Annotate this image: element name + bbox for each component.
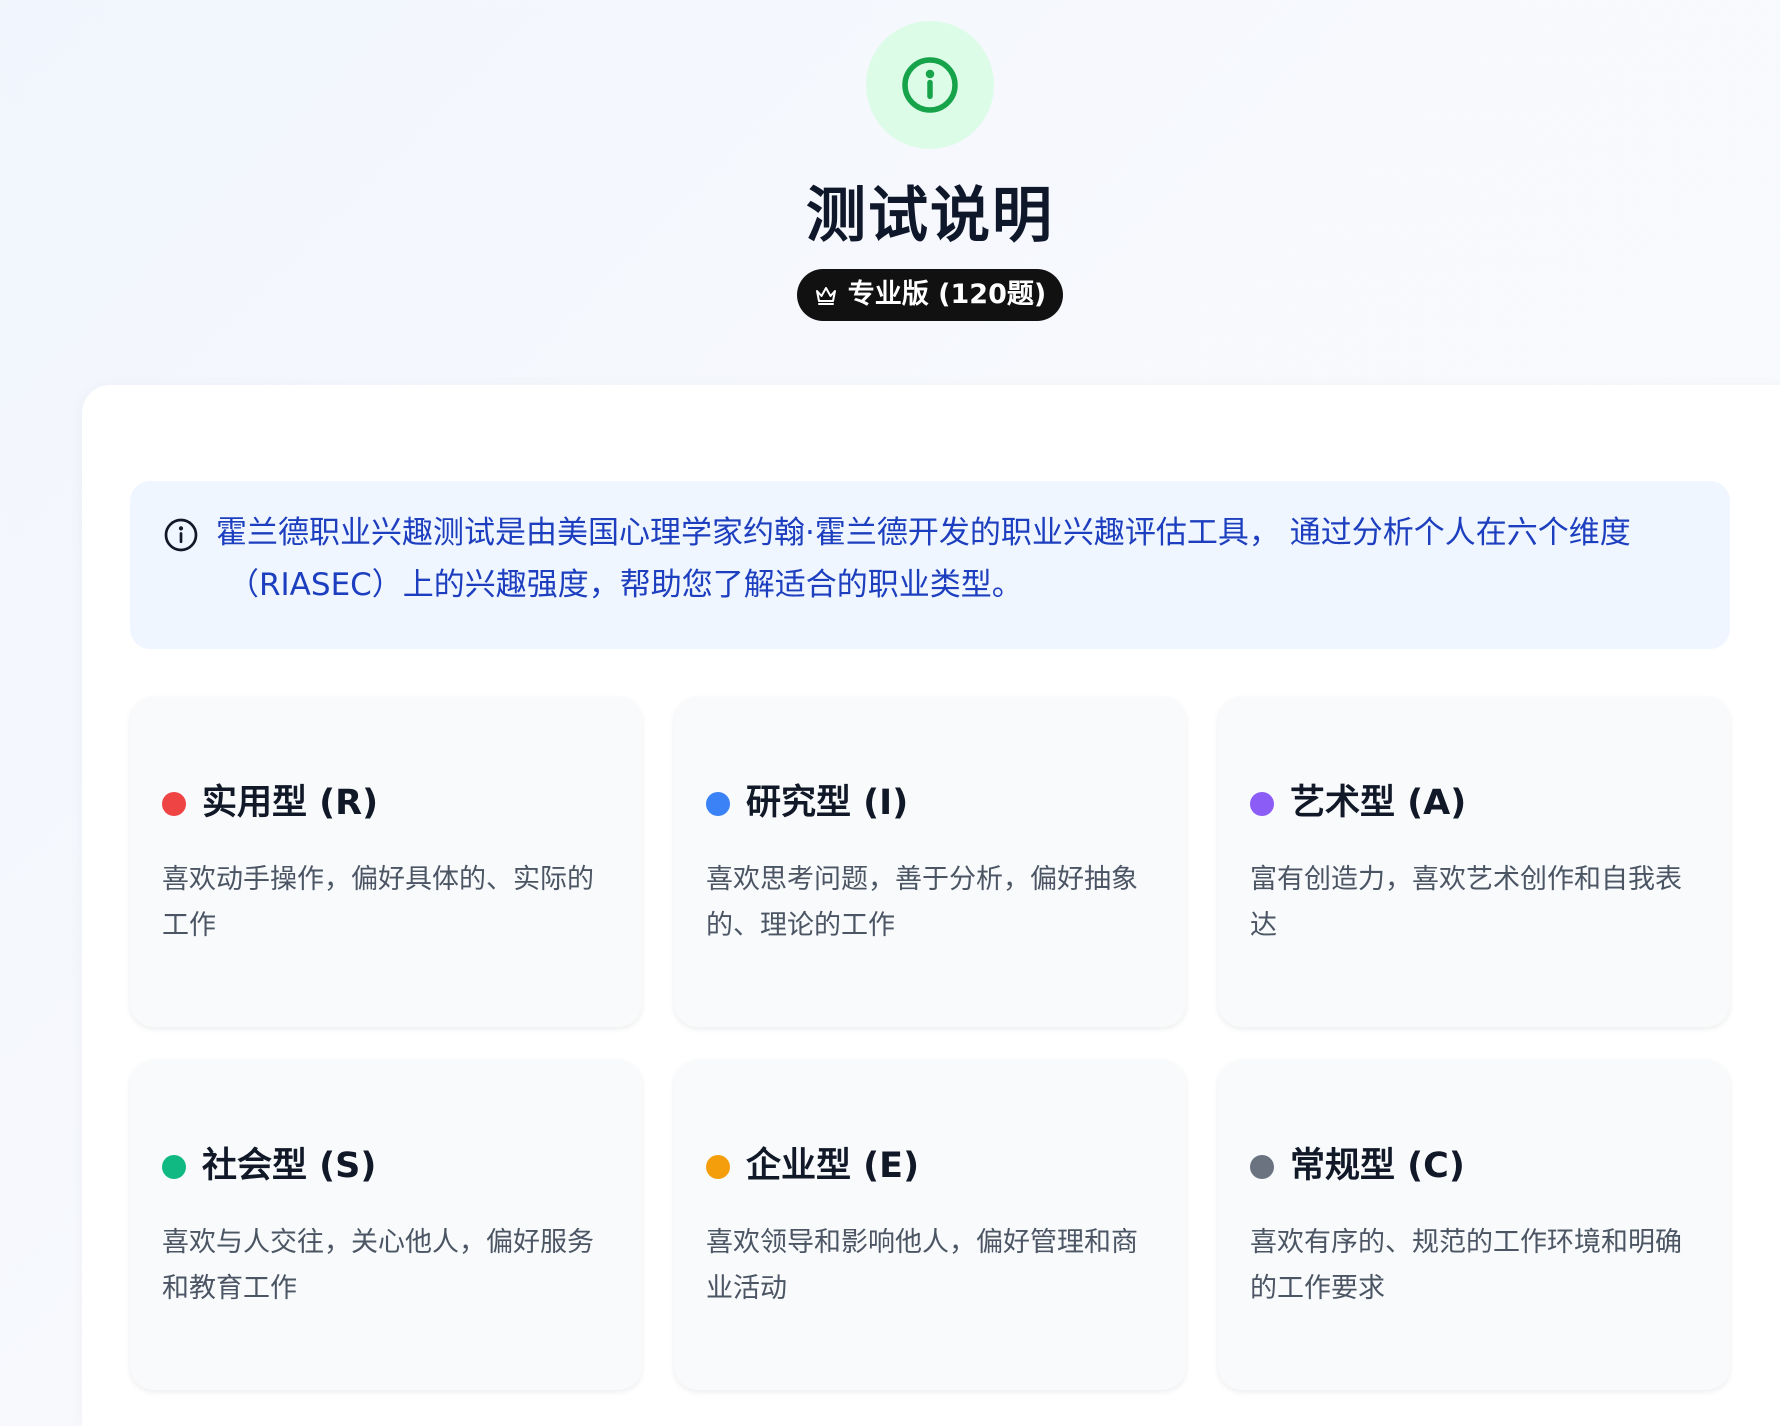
intro-banner: 霍兰德职业兴趣测试是由美国心理学家约翰·霍兰德开发的职业兴趣评估工具， 通过分析… [130,481,1730,649]
type-description: 喜欢思考问题，善于分析，偏好抽象的、理论的工作 [706,864,1138,941]
type-title: 常规型 (C) [1290,1146,1465,1186]
type-description: 富有创造力，喜欢艺术创作和自我表达 [1250,864,1682,941]
type-description: 喜欢动手操作，偏好具体的、实际的工作 [162,864,594,941]
type-title: 研究型 (I) [746,783,909,823]
type-card-investigative: 研究型 (I) 喜欢思考问题，善于分析，偏好抽象的、理论的工作 [674,697,1186,1027]
header-icon-badge [866,21,994,149]
type-card-enterprising: 企业型 (E) 喜欢领导和影响他人，偏好管理和商业活动 [674,1060,1186,1390]
intro-text-line-2: （RIASEC）上的兴趣强度，帮助您了解适合的职业类型。 [228,567,1023,603]
artistic-color-dot [1250,792,1274,816]
intro-text: 霍兰德职业兴趣测试是由美国心理学家约翰·霍兰德开发的职业兴趣评估工具， 通过分析… [216,507,1716,611]
type-title: 艺术型 (A) [1290,783,1467,823]
type-description: 喜欢领导和影响他人，偏好管理和商业活动 [706,1227,1138,1304]
page-title: 测试说明 [806,181,1054,251]
realistic-color-dot [162,792,186,816]
type-card-social: 社会型 (S) 喜欢与人交往，关心他人，偏好服务和教育工作 [130,1060,642,1390]
type-description: 喜欢有序的、规范的工作环境和明确的工作要求 [1250,1227,1682,1304]
info-circle-icon [164,518,198,552]
type-card-artistic: 艺术型 (A) 富有创造力，喜欢艺术创作和自我表达 [1218,697,1730,1027]
type-title: 实用型 (R) [202,783,379,823]
type-description: 喜欢与人交往，关心他人，偏好服务和教育工作 [162,1227,594,1304]
crown-icon [815,287,836,305]
social-color-dot [162,1155,186,1179]
type-card-realistic: 实用型 (R) 喜欢动手操作，偏好具体的、实际的工作 [130,697,642,1027]
intro-text-line-1: 霍兰德职业兴趣测试是由美国心理学家约翰·霍兰德开发的职业兴趣评估工具， 通过分析… [216,515,1631,551]
version-badge-label: 专业版 (120题) [847,279,1047,310]
investigative-color-dot [706,792,730,816]
type-title: 社会型 (S) [202,1146,377,1186]
conventional-color-dot [1250,1155,1274,1179]
main-card: 霍兰德职业兴趣测试是由美国心理学家约翰·霍兰德开发的职业兴趣评估工具， 通过分析… [82,385,1780,1426]
type-title: 企业型 (E) [746,1146,920,1186]
type-card-conventional: 常规型 (C) 喜欢有序的、规范的工作环境和明确的工作要求 [1218,1060,1730,1390]
version-badge: 专业版 (120题) [797,269,1063,321]
enterprising-color-dot [706,1155,730,1179]
info-circle-icon [902,57,958,113]
